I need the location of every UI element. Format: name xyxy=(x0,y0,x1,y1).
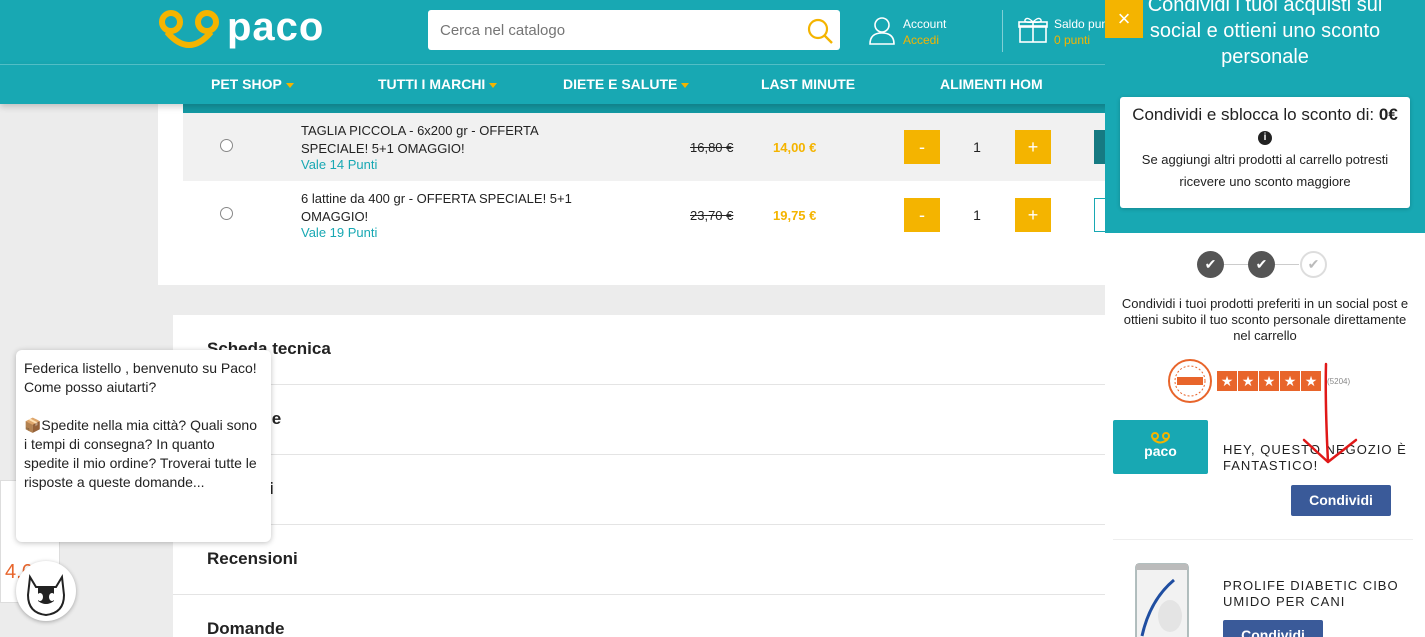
nav-diete-e-salute[interactable]: DIETE E SALUTE xyxy=(563,76,690,92)
points-label: Saldo pun xyxy=(1054,17,1109,31)
section-descrizione[interactable]: one xyxy=(173,385,1105,455)
share-headline: Condividi i tuoi acquisti sui social e o… xyxy=(1147,0,1383,68)
quantity-increase-button[interactable]: + xyxy=(1015,130,1051,164)
progress-steps: ✔ ✔ ✔ xyxy=(1197,251,1327,279)
account-link[interactable]: Account Accedi xyxy=(868,16,946,48)
discount-card: Condividi e sblocca lo sconto di: 0€ i S… xyxy=(1120,97,1410,208)
quantity-decrease-button[interactable]: - xyxy=(904,198,940,232)
nav-alimenti-home[interactable]: ALIMENTI HOM xyxy=(940,76,1043,92)
variant-radio[interactable] xyxy=(220,139,233,152)
section-scheda-tecnica[interactable]: Scheda tecnica xyxy=(173,315,1105,385)
variant-row: TAGLIA PICCOLA - 6x200 gr - OFFERTA SPEC… xyxy=(183,113,1105,181)
variant-row: 6 lattine da 400 gr - OFFERTA SPECIALE! … xyxy=(183,181,1105,249)
nav-pet-shop[interactable]: PET SHOP xyxy=(211,76,294,92)
chevron-down-icon xyxy=(489,82,498,88)
quantity-decrease-button[interactable]: - xyxy=(904,130,940,164)
variant-old-price: 16,80 € xyxy=(690,140,734,155)
share-discount-panel: Condividi i tuoi acquisti sui social e o… xyxy=(1105,0,1425,637)
paco-thumbnail: paco xyxy=(1113,420,1208,474)
share-item: paco HEY, QUESTO NEGOZIO È FANTASTICO! C… xyxy=(1113,420,1413,540)
product-info-sections: Scheda tecnica one nti Recensioni Domand… xyxy=(173,315,1105,637)
brand-name: paco xyxy=(227,4,325,49)
paco-thumbnail-text: paco xyxy=(1144,443,1177,459)
review-count: (5204) xyxy=(1327,376,1351,386)
points-balance[interactable]: Saldo pun 0 punti xyxy=(1018,16,1108,48)
add-to-cart-button[interactable] xyxy=(1094,130,1105,164)
paco-logo[interactable]: paco xyxy=(157,5,324,50)
share-panel-header: Condividi i tuoi acquisti sui social e o… xyxy=(1105,0,1425,233)
paco-logo-icon xyxy=(159,10,219,48)
variants-table-header xyxy=(183,104,1105,113)
quantity-increase-button[interactable]: + xyxy=(1015,198,1051,232)
star-icon: ★ xyxy=(1280,371,1300,391)
discount-note: Se aggiungi altri prodotti al carrello p… xyxy=(1141,152,1389,189)
variant-price: 19,75 € xyxy=(773,208,817,223)
chat-welcome-bubble[interactable]: Federica listello , benvenuto su Paco! C… xyxy=(16,350,271,542)
star-icon: ★ xyxy=(1238,371,1258,391)
chat-greeting: Federica listello , benvenuto su Paco! xyxy=(24,360,257,376)
star-icon: ★ xyxy=(1217,371,1237,391)
discount-value: 0€ xyxy=(1378,105,1398,124)
discount-label: Condividi e sblocca lo sconto di: xyxy=(1132,105,1375,124)
search-box xyxy=(428,10,840,50)
share-item: PROLIFE DIABETIC CIBO UMIDO PER CANI Con… xyxy=(1113,560,1413,637)
add-to-cart-button[interactable] xyxy=(1094,198,1105,232)
share-button[interactable]: Condividi xyxy=(1291,485,1391,516)
section-ingredienti[interactable]: nti xyxy=(173,455,1105,525)
chevron-down-icon xyxy=(681,82,690,88)
share-item-title: PROLIFE DIABETIC CIBO UMIDO PER CANI xyxy=(1223,578,1399,609)
variant-radio[interactable] xyxy=(220,207,233,220)
chevron-down-icon xyxy=(285,82,294,88)
info-icon[interactable]: i xyxy=(1258,131,1272,145)
login-link[interactable]: Accedi xyxy=(903,32,946,48)
points-value: 0 punti xyxy=(1054,33,1091,47)
section-recensioni[interactable]: Recensioni xyxy=(173,525,1105,595)
user-icon xyxy=(869,17,895,45)
star-icon: ★ xyxy=(1259,371,1279,391)
rating-stars: ★ ★ ★ ★ ★ xyxy=(1217,371,1322,391)
step-check-icon: ✔ xyxy=(1197,251,1224,278)
header-divider xyxy=(1002,10,1003,52)
gift-icon xyxy=(1018,17,1048,43)
section-domande[interactable]: Domande xyxy=(173,595,1105,637)
step-check-icon: ✔ xyxy=(1248,251,1275,278)
star-icon: ★ xyxy=(1301,371,1321,391)
variant-old-price: 23,70 € xyxy=(690,208,734,223)
quantity-input[interactable]: 1 xyxy=(945,198,1009,232)
search-input[interactable] xyxy=(428,10,788,50)
prolife-can-thumbnail xyxy=(1135,563,1189,637)
variant-name: TAGLIA PICCOLA - 6x200 gr - OFFERTA SPEC… xyxy=(301,123,538,156)
share-description: Condividi i tuoi prodotti preferiti in u… xyxy=(1121,296,1409,343)
variant-name: 6 lattine da 400 gr - OFFERTA SPECIALE! … xyxy=(301,191,572,224)
share-button[interactable]: Condividi xyxy=(1223,620,1323,637)
chat-question: Come posso aiutarti? xyxy=(24,379,157,395)
variant-points: Vale 19 Punti xyxy=(301,225,378,240)
chat-message: 📦Spedite nella mia città? Quali sono i t… xyxy=(24,417,258,490)
chat-avatar-icon[interactable] xyxy=(16,561,76,621)
nav-last-minute[interactable]: LAST MINUTE xyxy=(761,76,855,92)
search-icon[interactable] xyxy=(806,17,834,45)
feedaty-seal-icon xyxy=(1168,359,1212,403)
share-item-title: HEY, QUESTO NEGOZIO È FANTASTICO! xyxy=(1223,442,1407,473)
variant-price: 14,00 € xyxy=(773,140,817,155)
nav-tutti-i-marchi[interactable]: TUTTI I MARCHI xyxy=(378,76,498,92)
quantity-input[interactable]: 1 xyxy=(945,130,1009,164)
step-check-icon: ✔ xyxy=(1300,251,1327,278)
account-label: Account xyxy=(903,17,947,31)
feedaty-badge[interactable]: ★ ★ ★ ★ ★ (5204) xyxy=(1167,358,1350,404)
variant-points: Vale 14 Punti xyxy=(301,157,378,172)
close-icon[interactable]: × xyxy=(1105,0,1143,38)
